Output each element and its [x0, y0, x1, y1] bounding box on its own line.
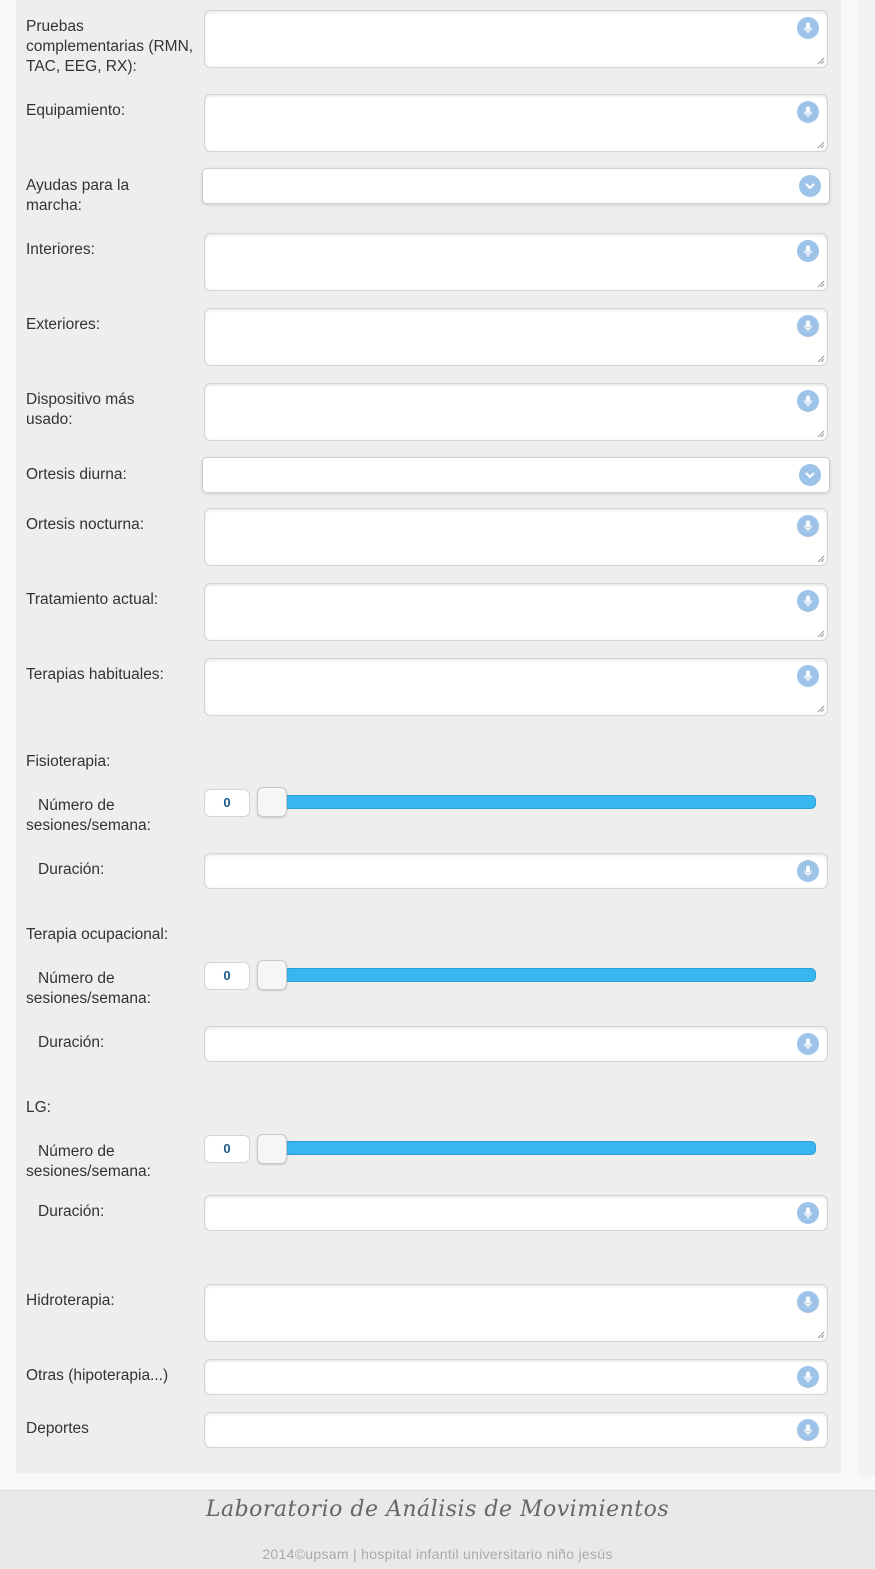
microphone-icon[interactable]	[797, 101, 819, 123]
microphone-icon[interactable]	[797, 1366, 819, 1388]
sessions-slider-handle[interactable]	[257, 787, 287, 817]
sessions-slider-track[interactable]	[260, 1141, 816, 1155]
resize-grip-icon[interactable]	[817, 705, 825, 713]
otras-label: Otras (hipoterapia...)	[26, 1367, 169, 1384]
footer-brand: Laboratorio de Análisis de Movimientos	[205, 1497, 670, 1522]
resize-grip-icon[interactable]	[817, 630, 825, 638]
resize-grip-icon[interactable]	[817, 1331, 825, 1339]
pruebas-label: Pruebas complementarias (RMN, TAC, EEG, …	[26, 18, 194, 75]
microphone-icon[interactable]	[797, 1033, 819, 1055]
form-panel: Pruebas complementarias (RMN, TAC, EEG, …	[16, 0, 841, 1473]
ortesis-nocturna-textarea[interactable]	[204, 508, 828, 566]
sessions-number-input[interactable]: 0	[204, 962, 250, 990]
chevron-down-icon	[799, 175, 821, 197]
equipamiento-label: Equipamiento:	[26, 102, 126, 119]
microphone-icon[interactable]	[797, 515, 819, 537]
interiores-label: Interiores:	[26, 241, 95, 258]
deportes-label: Deportes	[26, 1420, 89, 1437]
microphone-icon[interactable]	[797, 1291, 819, 1313]
footer-copyright: 2014©upsam | hospital infantil universit…	[262, 1546, 613, 1562]
resize-grip-icon[interactable]	[817, 280, 825, 288]
sessions-number-input[interactable]: 0	[204, 1135, 250, 1163]
sessions-label: Número de sesiones/semana:	[26, 797, 151, 834]
duration-input[interactable]	[204, 1195, 828, 1231]
exteriores-textarea[interactable]	[204, 308, 828, 366]
therapy-title: Terapia ocupacional:	[26, 926, 169, 943]
resize-grip-icon[interactable]	[817, 430, 825, 438]
interiores-textarea[interactable]	[204, 233, 828, 291]
sessions-slider-handle[interactable]	[257, 960, 287, 990]
resize-grip-icon[interactable]	[817, 355, 825, 363]
tratamiento-textarea[interactable]	[204, 583, 828, 641]
pruebas-textarea[interactable]	[204, 10, 828, 68]
ortesis-diurna-label: Ortesis diurna:	[26, 466, 127, 483]
microphone-icon[interactable]	[797, 590, 819, 612]
therapy-title: LG:	[26, 1099, 51, 1116]
sessions-label: Número de sesiones/semana:	[26, 1143, 151, 1180]
exteriores-label: Exteriores:	[26, 316, 101, 333]
hidroterapia-label: Hidroterapia:	[26, 1292, 115, 1309]
terapias-label: Terapias habituales:	[26, 666, 164, 683]
otras-input[interactable]	[204, 1359, 828, 1395]
ayudas-select[interactable]	[202, 168, 830, 204]
sessions-slider-track[interactable]	[260, 795, 816, 809]
ortesis-diurna-select[interactable]	[202, 457, 830, 493]
duration-label: Duración:	[38, 1034, 105, 1051]
scrollbar[interactable]	[858, 0, 875, 1476]
ayudas-label: Ayudas para la marcha:	[26, 177, 130, 214]
resize-grip-icon[interactable]	[817, 57, 825, 65]
resize-grip-icon[interactable]	[817, 555, 825, 563]
resize-grip-icon[interactable]	[817, 141, 825, 149]
sessions-number-input[interactable]: 0	[204, 789, 250, 817]
tratamiento-label: Tratamiento actual:	[26, 591, 159, 608]
footer: Laboratorio de Análisis de Movimientos 2…	[0, 1490, 875, 1569]
microphone-icon[interactable]	[797, 1202, 819, 1224]
duration-label: Duración:	[38, 1203, 105, 1220]
therapy-title: Fisioterapia:	[26, 753, 111, 770]
equipamiento-textarea[interactable]	[204, 94, 828, 152]
microphone-icon[interactable]	[797, 17, 819, 39]
sessions-slider-track[interactable]	[260, 968, 816, 982]
deportes-input[interactable]	[204, 1412, 828, 1448]
microphone-icon[interactable]	[797, 315, 819, 337]
dispositivo-label: Dispositivo más usado:	[26, 391, 135, 428]
sessions-label: Número de sesiones/semana:	[26, 970, 151, 1007]
dispositivo-textarea[interactable]	[204, 383, 828, 441]
ortesis-nocturna-label: Ortesis nocturna:	[26, 516, 145, 533]
chevron-down-icon	[799, 464, 821, 486]
duration-input[interactable]	[204, 853, 828, 889]
terapias-textarea[interactable]	[204, 658, 828, 716]
duration-input[interactable]	[204, 1026, 828, 1062]
microphone-icon[interactable]	[797, 240, 819, 262]
microphone-icon[interactable]	[797, 1419, 819, 1441]
sessions-slider-handle[interactable]	[257, 1134, 287, 1164]
hidroterapia-textarea[interactable]	[204, 1284, 828, 1342]
duration-label: Duración:	[38, 861, 105, 878]
microphone-icon[interactable]	[797, 390, 819, 412]
microphone-icon[interactable]	[797, 860, 819, 882]
microphone-icon[interactable]	[797, 665, 819, 687]
